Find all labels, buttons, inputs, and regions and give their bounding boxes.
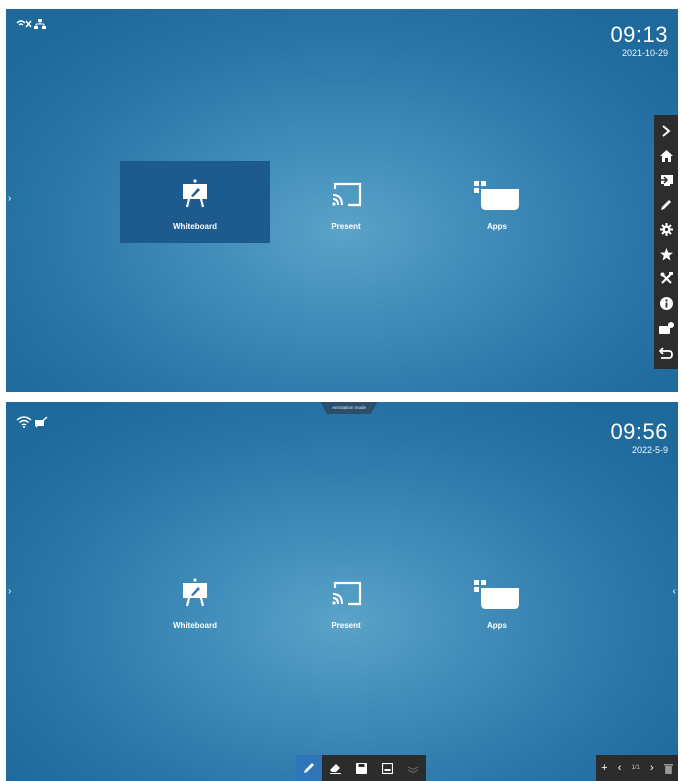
whiteboard-icon: [183, 179, 207, 208]
layers-icon: [407, 766, 419, 773]
sidebar-input-button[interactable]: [657, 171, 675, 189]
status-bar: [16, 416, 48, 428]
tile-label: Apps: [487, 621, 507, 630]
delete-page-icon[interactable]: [663, 763, 673, 774]
apps-icon: [474, 181, 519, 210]
ethernet-off-icon: [35, 416, 48, 428]
sidebar-collapse-button[interactable]: [657, 122, 675, 140]
home-screen-annotation-mode: Annotation mode 09:56 2022-5-9 › ‹ White…: [6, 402, 678, 781]
tile-present[interactable]: Present: [271, 161, 421, 243]
page-navigator: + ‹ 1/1 ›: [596, 755, 678, 781]
save-button[interactable]: [348, 755, 374, 781]
sidebar-annotate-button[interactable]: [657, 196, 675, 214]
tile-label: Apps: [487, 222, 507, 231]
star-icon: [659, 247, 673, 261]
input-source-icon: [659, 174, 673, 186]
left-edge-arrow-icon[interactable]: ›: [8, 586, 11, 597]
page-indicator: 1/1: [631, 765, 640, 771]
sidebar-back-button[interactable]: [657, 344, 675, 362]
cast-icon: [332, 581, 362, 606]
clock-date: 2022-5-9: [631, 445, 668, 455]
tile-whiteboard[interactable]: Whiteboard: [120, 560, 270, 642]
tile-label: Present: [331, 621, 361, 630]
next-page-icon[interactable]: ›: [650, 762, 654, 774]
quick-sidebar: [654, 115, 678, 369]
wifi-off-icon: [16, 20, 32, 28]
annotation-toolbar: [296, 755, 426, 781]
tile-apps[interactable]: Apps: [422, 161, 572, 243]
sidebar-settings-button[interactable]: [657, 221, 675, 239]
clock: 09:13 2021-10-29: [610, 23, 668, 59]
info-icon: [659, 296, 673, 310]
chevron-right-icon: [662, 125, 671, 138]
previous-page-icon[interactable]: ‹: [618, 762, 622, 774]
tile-label: Whiteboard: [173, 621, 217, 630]
right-edge-arrow-icon[interactable]: ‹: [673, 586, 676, 597]
home-screen-sidebar-open: 09:13 2021-10-29 › Whiteboard Present Ap…: [6, 9, 678, 392]
ethernet-icon: [34, 19, 46, 29]
minimize-icon: [381, 762, 393, 774]
tile-label: Whiteboard: [173, 222, 217, 231]
back-icon: [659, 347, 673, 359]
add-page-icon[interactable]: +: [601, 762, 607, 774]
tile-label: Present: [331, 222, 361, 231]
tile-apps[interactable]: Apps: [422, 560, 572, 642]
annotation-mode-tag: Annotation mode: [320, 402, 378, 414]
clock-date: 2021-10-29: [621, 48, 668, 58]
home-icon: [659, 149, 673, 162]
pen-icon: [304, 763, 314, 773]
sidebar-camera-button[interactable]: [657, 319, 675, 337]
save-icon: [355, 762, 367, 774]
status-bar: [16, 19, 46, 29]
cast-icon: [332, 182, 362, 207]
wifi-icon: [16, 416, 32, 428]
minimize-button[interactable]: [374, 755, 400, 781]
tools-icon: [660, 272, 673, 285]
sidebar-tools-button[interactable]: [657, 270, 675, 288]
eraser-icon: [329, 764, 341, 774]
clock: 09:56 2022-5-9: [610, 420, 668, 456]
camera-icon: [658, 322, 674, 335]
clock-time: 09:13: [610, 22, 668, 47]
sidebar-info-button[interactable]: [657, 294, 675, 312]
clock-time: 09:56: [610, 419, 668, 444]
sidebar-home-button[interactable]: [657, 147, 675, 165]
eraser-tool-button[interactable]: [322, 755, 348, 781]
gear-icon: [659, 223, 673, 237]
tile-present[interactable]: Present: [271, 560, 421, 642]
whiteboard-icon: [183, 578, 207, 607]
tile-whiteboard[interactable]: Whiteboard: [120, 161, 270, 243]
apps-icon: [474, 580, 519, 609]
sidebar-favorite-button[interactable]: [657, 245, 675, 263]
pen-icon: [661, 200, 671, 211]
pen-tool-button[interactable]: [296, 755, 322, 781]
layers-button[interactable]: [400, 755, 426, 781]
left-edge-arrow-icon[interactable]: ›: [8, 193, 11, 204]
